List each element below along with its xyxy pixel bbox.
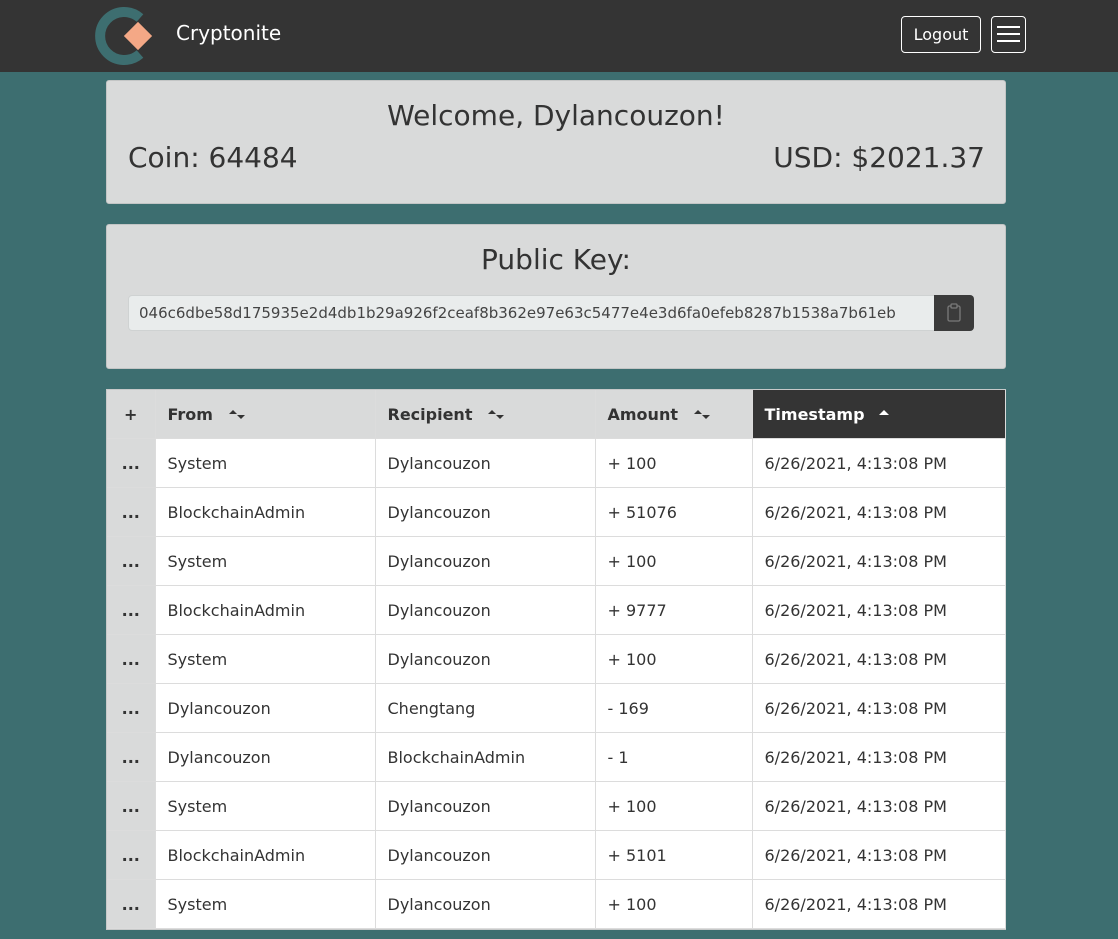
table-row[interactable]: ... System Dylancouzon + 100 6/26/2021, 4:13… [107, 536, 1006, 586]
row-action-button[interactable]: ... [107, 830, 156, 880]
cell-recipient: BlockchainAdmin [375, 732, 596, 782]
cell-amount: + 100 [595, 536, 753, 586]
top-navbar: Cryptonite Logout [0, 0, 1118, 72]
cryptonite-logo-icon[interactable] [94, 6, 158, 66]
cell-recipient: Dylancouzon [375, 487, 596, 537]
cell-from: System [155, 634, 376, 684]
row-action-button[interactable]: ... [107, 732, 156, 782]
public-key-title: Public Key: [481, 243, 631, 276]
menu-toggle-button[interactable] [991, 16, 1026, 53]
cell-recipient: Dylancouzon [375, 781, 596, 831]
cell-amount: + 100 [595, 634, 753, 684]
cell-from: System [155, 879, 376, 929]
cell-amount: - 1 [595, 732, 753, 782]
table-row[interactable]: ... System Dylancouzon + 100 6/26/2021, 4:13… [107, 781, 1006, 831]
cell-amount: + 100 [595, 879, 753, 929]
cell-amount: + 9777 [595, 585, 753, 635]
sort-ascending-icon [879, 410, 890, 415]
welcome-card: Welcome, Dylancouzon! Coin: 64484 USD: $… [106, 80, 1006, 204]
column-header-label: Timestamp [764, 404, 865, 424]
cell-recipient: Dylancouzon [375, 536, 596, 586]
cell-timestamp: 6/26/2021, 4:13:08 PM [752, 879, 1006, 929]
transactions-table: + From Recipient Amount Timestamp ... Sy… [106, 389, 1006, 930]
table-row[interactable]: ... System Dylancouzon + 100 6/26/2021, 4:13… [107, 438, 1006, 488]
cell-recipient: Dylancouzon [375, 830, 596, 880]
cell-amount: - 169 [595, 683, 753, 733]
table-row[interactable]: ... BlockchainAdmin Dylancouzon + 5101 6/26/… [107, 830, 1006, 880]
public-key-card: Public Key: 046c6dbe58d175935e2d4db1b29a… [106, 224, 1006, 369]
column-header-amount[interactable]: Amount [595, 390, 753, 439]
table-body: ... System Dylancouzon + 100 6/26/2021, 4:13… [107, 438, 1006, 929]
cell-timestamp: 6/26/2021, 4:13:08 PM [752, 585, 1006, 635]
cell-from: BlockchainAdmin [155, 830, 376, 880]
row-action-button[interactable]: ... [107, 487, 156, 537]
row-action-button[interactable]: ... [107, 781, 156, 831]
row-action-button[interactable]: ... [107, 683, 156, 733]
row-action-button[interactable]: ... [107, 879, 156, 929]
coin-balance: Coin: 64484 [128, 141, 298, 174]
column-header-from[interactable]: From [155, 390, 376, 439]
row-action-button[interactable]: ... [107, 585, 156, 635]
clipboard-icon [947, 303, 961, 322]
cell-amount: + 51076 [595, 487, 753, 537]
cell-timestamp: 6/26/2021, 4:13:08 PM [752, 536, 1006, 586]
cell-from: BlockchainAdmin [155, 585, 376, 635]
cell-recipient: Dylancouzon [375, 438, 596, 488]
cell-timestamp: 6/26/2021, 4:13:08 PM [752, 781, 1006, 831]
row-action-button[interactable]: ... [107, 634, 156, 684]
cell-from: System [155, 438, 376, 488]
cell-timestamp: 6/26/2021, 4:13:08 PM [752, 438, 1006, 488]
row-action-button[interactable]: ... [107, 438, 156, 488]
cell-from: BlockchainAdmin [155, 487, 376, 537]
column-header-recipient[interactable]: Recipient [375, 390, 596, 439]
table-row[interactable]: ... System Dylancouzon + 100 6/26/2021, 4:13… [107, 879, 1006, 929]
welcome-title: Welcome, Dylancouzon! [387, 99, 725, 132]
sort-updown-icon [488, 410, 505, 419]
cell-from: System [155, 781, 376, 831]
add-column-button[interactable]: + [107, 390, 156, 439]
cell-amount: + 100 [595, 781, 753, 831]
logout-button[interactable]: Logout [901, 16, 981, 53]
cell-amount: + 100 [595, 438, 753, 488]
cell-recipient: Dylancouzon [375, 634, 596, 684]
usd-balance: USD: $2021.37 [773, 141, 985, 174]
table-row[interactable]: ... Dylancouzon BlockchainAdmin - 1 6/26/202… [107, 732, 1006, 782]
cell-timestamp: 6/26/2021, 4:13:08 PM [752, 634, 1006, 684]
sort-updown-icon [228, 410, 245, 419]
cell-amount: + 5101 [595, 830, 753, 880]
cell-timestamp: 6/26/2021, 4:13:08 PM [752, 830, 1006, 880]
sort-updown-icon [693, 410, 710, 419]
column-header-label: Recipient [387, 404, 473, 424]
cell-from: System [155, 536, 376, 586]
cell-recipient: Dylancouzon [375, 879, 596, 929]
table-row[interactable]: ... BlockchainAdmin Dylancouzon + 9777 6/26/… [107, 585, 1006, 635]
table-header-row: + From Recipient Amount Timestamp [107, 390, 1006, 439]
public-key-field[interactable]: 046c6dbe58d175935e2d4db1b29a926f2ceaf8b3… [128, 295, 935, 331]
copy-key-button[interactable] [934, 295, 974, 331]
column-header-label: Amount [607, 404, 678, 424]
column-header-label: From [167, 404, 213, 424]
cell-from: Dylancouzon [155, 683, 376, 733]
cell-timestamp: 6/26/2021, 4:13:08 PM [752, 683, 1006, 733]
cell-recipient: Dylancouzon [375, 585, 596, 635]
table-row[interactable]: ... Dylancouzon Chengtang - 169 6/26/2021, 4… [107, 683, 1006, 733]
table-row[interactable]: ... BlockchainAdmin Dylancouzon + 51076 6/26… [107, 487, 1006, 537]
cell-timestamp: 6/26/2021, 4:13:08 PM [752, 487, 1006, 537]
table-row[interactable]: ... System Dylancouzon + 100 6/26/2021, 4:13… [107, 634, 1006, 684]
column-header-timestamp[interactable]: Timestamp [752, 390, 1006, 439]
row-action-button[interactable]: ... [107, 536, 156, 586]
brand-name[interactable]: Cryptonite [176, 20, 281, 46]
cell-from: Dylancouzon [155, 732, 376, 782]
cell-recipient: Chengtang [375, 683, 596, 733]
cell-timestamp: 6/26/2021, 4:13:08 PM [752, 732, 1006, 782]
